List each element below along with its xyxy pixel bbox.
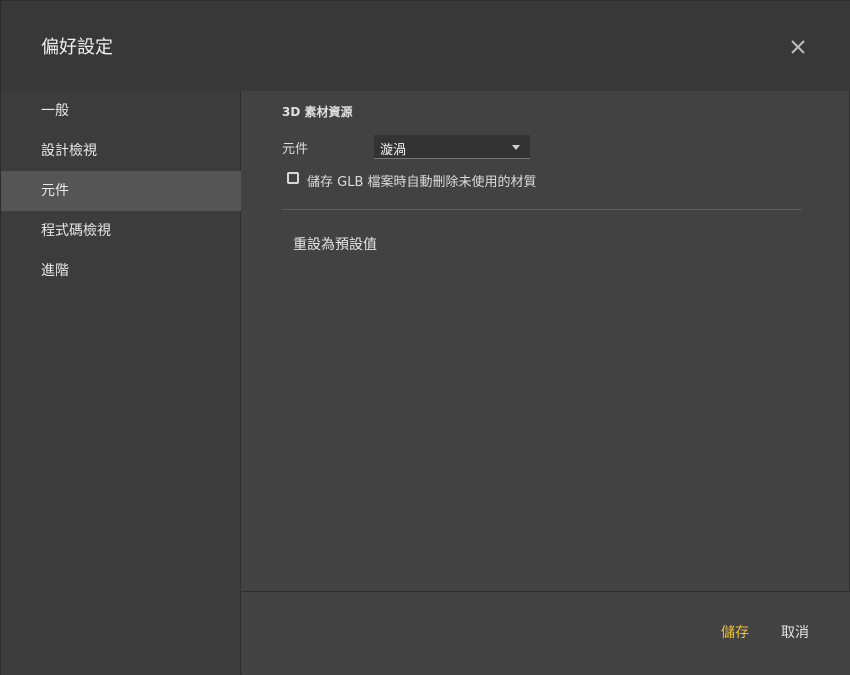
component-select[interactable]: 漩渦 xyxy=(374,135,530,159)
sidebar-item-components[interactable]: 元件 xyxy=(1,171,241,211)
divider xyxy=(282,209,802,210)
preferences-dialog: 偏好設定 一般 設計檢視 元件 程式碼檢視 進階 3D 素材資源 元件 漩渦 儲… xyxy=(0,0,850,675)
sidebar-item-advanced[interactable]: 進階 xyxy=(1,251,241,291)
cancel-button[interactable]: 取消 xyxy=(781,622,809,642)
component-field-label: 元件 xyxy=(282,142,309,157)
dialog-header: 偏好設定 xyxy=(1,1,850,91)
save-button[interactable]: 儲存 xyxy=(721,622,749,642)
sidebar-item-general[interactable]: 一般 xyxy=(1,91,241,131)
sidebar-item-design-view[interactable]: 設計檢視 xyxy=(1,131,241,171)
delete-unused-materials-checkbox[interactable] xyxy=(287,172,299,184)
chevron-down-icon xyxy=(512,145,520,150)
sidebar: 一般 設計檢視 元件 程式碼檢視 進階 xyxy=(1,91,241,675)
delete-unused-materials-label[interactable]: 儲存 GLB 檔案時自動刪除未使用的材質 xyxy=(307,171,537,190)
dialog-title: 偏好設定 xyxy=(41,37,113,58)
dialog-footer: 儲存 取消 xyxy=(242,591,850,675)
sidebar-item-code-view[interactable]: 程式碼檢視 xyxy=(1,211,241,251)
close-icon[interactable] xyxy=(786,35,810,59)
reset-defaults-button[interactable]: 重設為預設值 xyxy=(282,229,388,261)
section-title: 3D 素材資源 xyxy=(282,105,353,119)
component-select-value: 漩渦 xyxy=(380,143,407,158)
settings-panel: 3D 素材資源 元件 漩渦 儲存 GLB 檔案時自動刪除未使用的材質 重設為預設… xyxy=(242,91,850,591)
